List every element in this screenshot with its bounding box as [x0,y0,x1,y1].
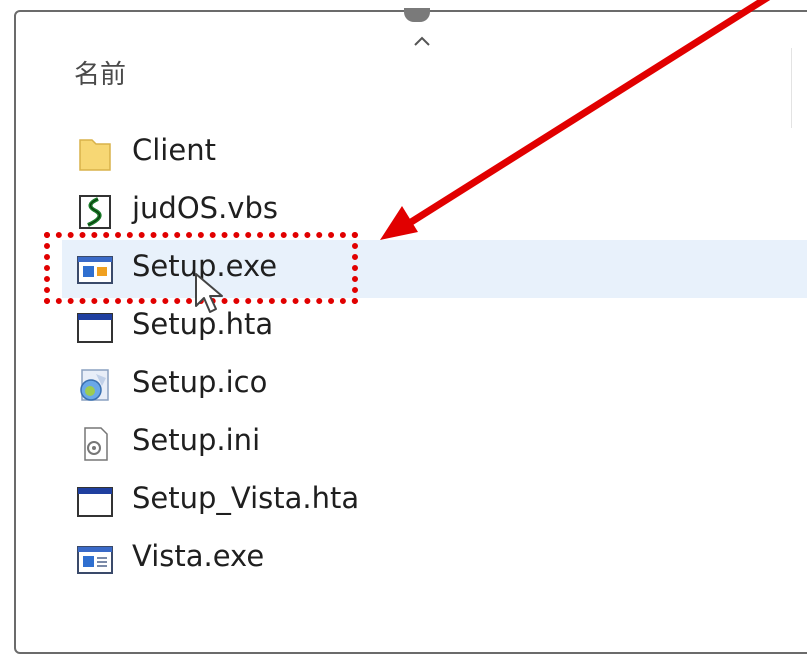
file-row-setup-vista-hta[interactable]: Setup_Vista.hta [62,472,807,530]
file-row-setup-hta[interactable]: Setup.hta [62,298,807,356]
file-row-client[interactable]: Client [62,124,807,182]
file-name: Setup_Vista.hta [132,481,360,515]
hta-window-icon [77,487,113,517]
exe-app-icon [77,546,113,574]
file-name: Setup.ico [132,365,268,399]
window-top-edge [404,8,430,22]
ico-image-icon [80,369,109,401]
sort-ascending-icon[interactable] [412,34,432,48]
file-name: Vista.exe [132,539,265,573]
file-row-vista-exe[interactable]: Vista.exe [62,530,807,588]
mouse-cursor-icon [195,273,223,313]
file-row-setup-ico[interactable]: Setup.ico [62,356,807,414]
file-name: Setup.ini [132,423,261,457]
hta-window-icon [77,313,113,343]
file-name: judOS.vbs [132,191,278,225]
file-row-setup-ini[interactable]: Setup.ini [62,414,807,472]
column-divider[interactable] [791,48,792,128]
vbs-script-icon [79,195,111,229]
name-column-header[interactable]: 名前 [74,54,126,91]
ini-settings-icon [84,427,108,461]
file-name: Client [132,133,216,167]
folder-icon [79,139,111,171]
